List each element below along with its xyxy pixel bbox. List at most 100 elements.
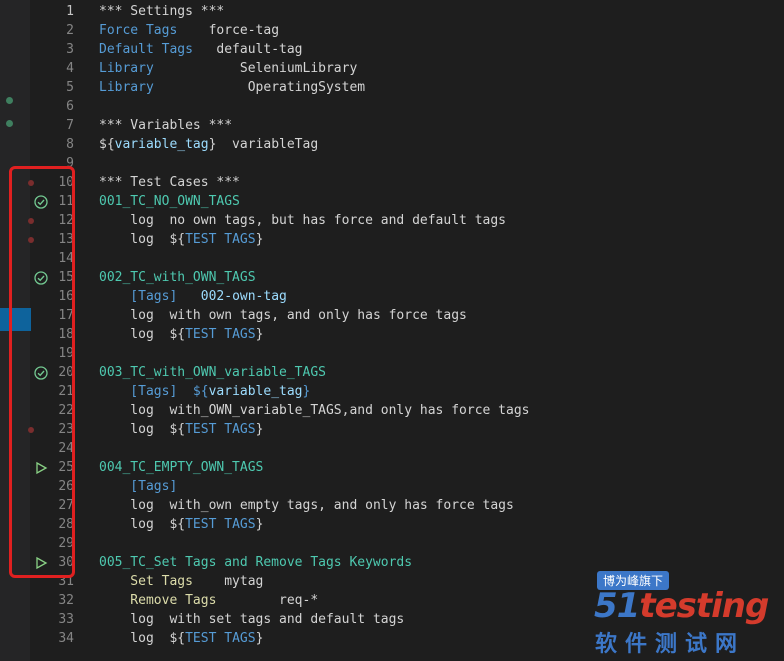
code-token: } (255, 631, 264, 646)
code-token: ${ (99, 137, 115, 152)
code-line[interactable]: log ${TEST TAGS} (99, 420, 263, 439)
code-token: } (302, 384, 311, 399)
watermark-logo: 51testing (594, 586, 769, 626)
code-line[interactable]: Default Tags default-tag (99, 40, 303, 59)
code-token: 004_TC_EMPTY_OWN_TAGS (99, 460, 264, 475)
code-line[interactable]: Library SeleniumLibrary (99, 59, 357, 78)
code-token: 003_TC_with_OWN_variable_TAGS (99, 365, 326, 380)
code-token: Remove Tags (99, 593, 217, 608)
code-token: Library (99, 61, 154, 76)
code-token: [Tags] (99, 384, 178, 399)
code-token: ${ (153, 517, 186, 532)
code-token: log (99, 232, 154, 247)
code-token: ${ (177, 384, 209, 399)
code-line[interactable]: log ${TEST TAGS} (99, 230, 263, 249)
code-token: *** Settings *** (99, 4, 225, 19)
code-token: ${ (153, 631, 186, 646)
code-token: 002_TC_with_OWN_TAGS (99, 270, 256, 285)
line-number: 3 (66, 42, 74, 57)
code-token: } (255, 422, 264, 437)
code-line[interactable]: 002_TC_with_OWN_TAGS (99, 268, 256, 287)
code-line[interactable]: Remove Tags req-* (99, 591, 318, 610)
code-line[interactable]: log with own tags, and only has force ta… (99, 306, 467, 325)
code-token: TEST TAGS (185, 517, 256, 532)
code-token: variableTag (216, 137, 319, 152)
status-dot (6, 120, 13, 127)
code-token: *** Test Cases *** (99, 175, 240, 190)
line-number: 7 (66, 118, 74, 133)
line-number: 33 (58, 612, 74, 627)
code-line[interactable]: Set Tags mytag (99, 572, 263, 591)
code-line[interactable]: 004_TC_EMPTY_OWN_TAGS (99, 458, 263, 477)
line-number: 2 (66, 23, 74, 38)
code-line[interactable]: ${variable_tag} variableTag (99, 135, 318, 154)
code-token: with own tags, and only has force tags (153, 308, 467, 323)
line-number: 4 (66, 61, 74, 76)
line-number: 32 (58, 593, 74, 608)
code-line[interactable]: log ${TEST TAGS} (99, 629, 263, 648)
code-token: mytag (192, 574, 264, 589)
code-token: } (255, 517, 264, 532)
code-line[interactable]: [Tags] ${variable_tag} (99, 382, 310, 401)
code-line[interactable]: 005_TC_Set Tags and Remove Tags Keywords (99, 553, 412, 572)
code-token: variable_tag (208, 384, 303, 399)
code-line[interactable]: log with set tags and default tags (99, 610, 404, 629)
code-token: log (99, 327, 154, 342)
code-token: Set Tags (99, 574, 193, 589)
line-number: 34 (58, 631, 74, 646)
code-token: with_own empty tags, and only has force … (153, 498, 514, 513)
code-token: 001_TC_NO_OWN_TAGS (99, 194, 240, 209)
code-token: TEST TAGS (185, 232, 256, 247)
code-line[interactable]: 003_TC_with_OWN_variable_TAGS (99, 363, 326, 382)
code-token: TEST TAGS (185, 631, 256, 646)
watermark-subtitle: 软件测试网 (595, 632, 746, 657)
code-line[interactable]: Force Tags force-tag (99, 21, 279, 40)
code-token: with_OWN_variable_TAGS,and only has forc… (153, 403, 530, 418)
code-line[interactable]: log ${TEST TAGS} (99, 515, 263, 534)
code-token: log (99, 403, 154, 418)
code-line[interactable]: [Tags] (99, 477, 177, 496)
code-token: log (99, 498, 154, 513)
code-token: ${ (153, 422, 186, 437)
code-token: log (99, 422, 154, 437)
code-editor[interactable]: *** Settings *** Force Tags force-tag Defa… (78, 0, 784, 661)
code-line[interactable]: [Tags] 002-own-tag (99, 287, 287, 306)
code-line[interactable]: log ${TEST TAGS} (99, 325, 263, 344)
code-line[interactable]: *** Test Cases *** (99, 173, 240, 192)
code-token: } (255, 327, 264, 342)
code-token: SeleniumLibrary (153, 61, 358, 76)
code-token: Library (99, 80, 154, 95)
code-token: force-tag (177, 23, 280, 38)
code-line[interactable]: log no own tags, but has force and defau… (99, 211, 506, 230)
code-token: *** Variables *** (99, 118, 233, 133)
code-token: log (99, 213, 154, 228)
line-number: 1 (66, 4, 74, 19)
code-token: log (99, 631, 154, 646)
code-token: TEST TAGS (185, 327, 256, 342)
code-token: ${ (153, 232, 186, 247)
code-token: with set tags and default tags (153, 612, 405, 627)
code-token: log (99, 612, 154, 627)
highlight-annotation-box (9, 166, 75, 578)
line-number: 6 (66, 99, 74, 114)
code-token: ${ (153, 327, 186, 342)
code-token: log (99, 517, 154, 532)
code-line[interactable]: log with_own empty tags, and only has fo… (99, 496, 514, 515)
code-line[interactable]: Library OperatingSystem (99, 78, 365, 97)
code-token: variable_tag (114, 137, 209, 152)
code-token: Default Tags (99, 42, 193, 57)
code-token: } (255, 232, 264, 247)
code-token: OperatingSystem (153, 80, 366, 95)
code-token: [Tags] (99, 479, 178, 494)
code-line[interactable]: *** Settings *** (99, 2, 224, 21)
code-line[interactable]: 001_TC_NO_OWN_TAGS (99, 192, 240, 211)
status-dot (6, 97, 13, 104)
line-number: 8 (66, 137, 74, 152)
code-token: default-tag (192, 42, 303, 57)
code-token: TEST TAGS (185, 422, 256, 437)
line-number: 5 (66, 80, 74, 95)
code-token: no own tags, but has force and default t… (153, 213, 506, 228)
code-line[interactable]: *** Variables *** (99, 116, 232, 135)
code-line[interactable]: log with_OWN_variable_TAGS,and only has … (99, 401, 529, 420)
code-token: [Tags] (99, 289, 178, 304)
